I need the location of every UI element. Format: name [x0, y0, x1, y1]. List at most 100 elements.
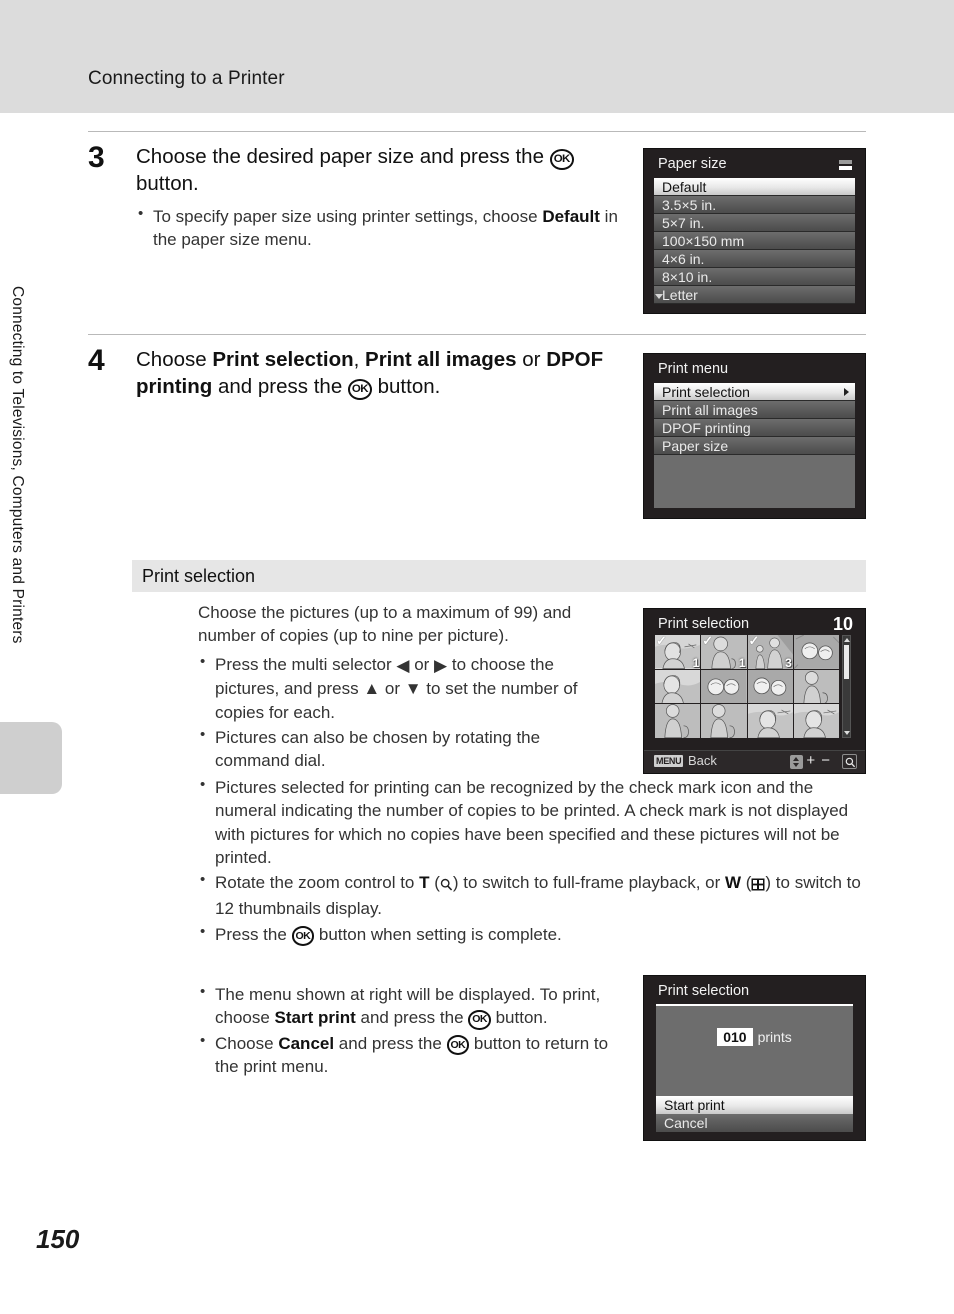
label: DPOF printing [662, 420, 751, 436]
up-arrow-icon: ▲ [363, 679, 381, 699]
lcd-title: Print selection [658, 983, 750, 999]
label: 100×150 mm [662, 233, 745, 249]
label: Default [662, 179, 707, 195]
print-menu-list: Print selection Print all images DPOF pr… [654, 383, 855, 455]
step-3-number: 3 [88, 141, 105, 174]
lcd-title: Print selection [658, 616, 750, 632]
start-print-item[interactable]: Start print [656, 1096, 853, 1114]
thumbnail-12[interactable] [793, 704, 839, 738]
two-bar-icon [839, 160, 852, 171]
step-3-lead-text-1: Choose the desired paper size and press … [136, 145, 550, 168]
thumbnail-2[interactable]: ✓ 1 [701, 635, 747, 669]
section-header-print-selection: Print selection [132, 560, 866, 592]
plus-minus-label: + − [806, 752, 831, 769]
step-4: 4 Choose Print selection, Print all imag… [88, 346, 628, 400]
thumbnail-10[interactable] [701, 704, 747, 738]
print-menu-item-dpof-printing[interactable]: DPOF printing [654, 419, 855, 437]
thumbnail-5[interactable] [655, 669, 701, 704]
label: 8×10 in. [662, 269, 713, 285]
thumbnail-grid-wrapper: ✓ 1 ✓ 1 ✓ 3 [655, 635, 851, 738]
thumbnail-8[interactable] [793, 669, 839, 704]
tele-zoom-label: T [419, 873, 430, 893]
bullet-multi-selector: Press the multi selector ◀ or ▶ to choos… [198, 652, 618, 724]
step-4-bold-print-all-images: Print all images [365, 348, 517, 371]
print-menu-item-print-selection[interactable]: Print selection [654, 383, 855, 401]
thumbnail-6[interactable] [701, 669, 747, 704]
scroll-down-arrow-icon[interactable] [844, 731, 850, 735]
label: Paper size [662, 438, 729, 454]
prints-count-value: 010 [717, 1028, 753, 1046]
paper-size-item-100x150[interactable]: 100×150 mm [654, 232, 855, 250]
cancel-bold: Cancel [278, 1033, 335, 1053]
step-3-bullet-1: To specify paper size using printer sett… [136, 204, 628, 252]
step-4-text-5: button. [371, 375, 441, 399]
paper-size-item-4x6[interactable]: 4×6 in. [654, 250, 855, 268]
paper-size-item-3-5x5[interactable]: 3.5×5 in. [654, 196, 855, 214]
txt: or [409, 655, 435, 674]
label: Letter [662, 287, 698, 303]
confirm-items-list: Start print Cancel [656, 1096, 853, 1132]
thumbnail-scrollbar[interactable] [842, 635, 851, 738]
scrollbar-thumb[interactable] [844, 645, 849, 679]
page-content: 3 Choose the desired paper size and pres… [0, 0, 954, 1314]
section-header-label: Print selection [142, 566, 256, 586]
lcd-title: Print menu [658, 361, 729, 377]
txt: and press the [355, 1008, 469, 1028]
ok-button-icon: OK [468, 1009, 491, 1030]
print-menu-item-print-all-images[interactable]: Print all images [654, 401, 855, 419]
txt: Rotate the zoom control to [215, 873, 420, 893]
selected-count: 10 [832, 614, 853, 634]
paper-size-item-8x10[interactable]: 8×10 in. [654, 268, 855, 286]
scroll-down-caret-icon [655, 294, 663, 299]
wide-zoom-label: W [724, 873, 742, 893]
scroll-up-arrow-icon[interactable] [844, 638, 850, 642]
screenshot-print-confirm: Print selection 010 prints Start print Ca… [643, 975, 866, 1141]
section-intro: Choose the pictures (up to a maximum of … [198, 603, 572, 646]
paper-size-item-default[interactable]: Default [654, 178, 855, 196]
step-4-text-1: Choose [136, 348, 213, 371]
cancel-item[interactable]: Cancel [656, 1114, 853, 1132]
copy-count: 1 [738, 655, 746, 669]
thumbnail-7[interactable] [747, 669, 793, 704]
step-3-body: Choose the desired paper size and press … [136, 143, 628, 252]
menu-button-chip[interactable]: MENU [654, 755, 684, 767]
right-arrow-icon: ▶ [434, 655, 448, 675]
thumbnail-1[interactable]: ✓ 1 [655, 635, 701, 669]
label: 3.5×5 in. [662, 197, 717, 213]
paper-size-item-letter[interactable]: Letter [654, 286, 855, 304]
thumbnail-grid: ✓ 1 ✓ 1 ✓ 3 [655, 635, 839, 738]
section-bullets-final: The menu shown at right will be displaye… [198, 982, 618, 1080]
bullet-menu-at-right: The menu shown at right will be displaye… [198, 982, 618, 1030]
copy-count: 3 [785, 655, 792, 669]
txt: and press the [334, 1033, 447, 1053]
magnifier-icon[interactable] [842, 754, 857, 769]
txt: ( [741, 873, 752, 893]
label: 4×6 in. [662, 251, 705, 267]
lcd-bottom-bar: MENU Back + − [644, 750, 865, 773]
thumbnail-9[interactable] [655, 704, 701, 738]
bullet-text-1: To specify paper size using printer sett… [153, 207, 543, 227]
txt: or [380, 678, 405, 698]
copy-count: 1 [692, 655, 700, 669]
print-menu-item-paper-size[interactable]: Paper size [654, 437, 855, 455]
label: Cancel [664, 1115, 708, 1131]
section-bullets-wide: Pictures selected for printing can be re… [198, 775, 866, 948]
step-4-text-2: , [353, 348, 366, 371]
bullet-press-ok: Press the OK button when setting is comp… [198, 922, 866, 946]
divider-rule-1 [88, 131, 866, 132]
divider-rule-2 [88, 334, 866, 335]
thumbnail-11[interactable] [747, 704, 793, 738]
prints-count-row: 010 prints [656, 1028, 853, 1046]
paper-size-item-5x7[interactable]: 5×7 in. [654, 214, 855, 232]
step-4-body: Choose Print selection, Print all images… [136, 346, 628, 400]
step-4-text-3: or [516, 348, 547, 371]
txt: button. [490, 1008, 548, 1028]
label: Print selection [662, 384, 750, 400]
thumbnail-4[interactable] [793, 635, 839, 669]
txt: ) to switch to full-frame playback, or [452, 873, 725, 893]
label: Print all images [662, 402, 758, 418]
check-mark-icon: ✓ [748, 635, 760, 648]
thumbnail-3[interactable]: ✓ 3 [747, 635, 793, 669]
bullet-command-dial: Pictures can also be chosen by rotating … [198, 725, 618, 773]
paper-size-list: Default 3.5×5 in. 5×7 in. 100×150 mm 4×6… [654, 178, 855, 304]
